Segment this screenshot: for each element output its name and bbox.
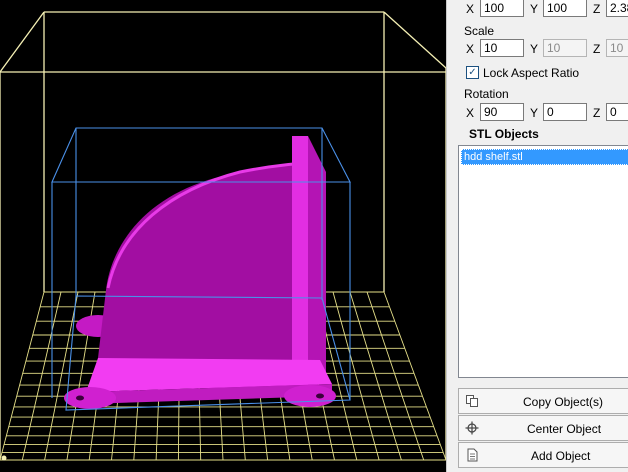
- rotation-x-label: X: [466, 106, 475, 120]
- position-row: X Y Z: [454, 0, 628, 19]
- copy-icon: [466, 395, 478, 407]
- scale-z-input: [606, 39, 628, 57]
- scale-x-input[interactable]: [480, 39, 524, 57]
- rotation-row: X Y Z: [454, 103, 628, 123]
- model-foot-right: [284, 385, 336, 407]
- list-item[interactable]: hdd shelf.stl: [461, 149, 628, 165]
- rotation-y-label: Y: [530, 106, 539, 120]
- position-x-input[interactable]: [480, 0, 524, 17]
- rotation-heading: Rotation: [464, 87, 509, 101]
- model-hole-right: [316, 393, 324, 399]
- add-object-button[interactable]: Add Object: [458, 442, 628, 468]
- object-properties-panel: X Y Z Scale X Y Z ✓ Lock Aspect Ratio Ro…: [454, 0, 628, 472]
- position-y-label: Y: [530, 2, 539, 16]
- add-object-label: Add Object: [531, 449, 591, 463]
- rotation-y-input[interactable]: [543, 103, 587, 121]
- stl-objects-heading: STL Objects: [469, 127, 539, 141]
- scale-y-input: [543, 39, 587, 57]
- center-object-label: Center Object: [527, 422, 602, 436]
- rotation-z-label: Z: [593, 106, 601, 120]
- scale-heading: Scale: [464, 24, 495, 38]
- 3d-viewport[interactable]: [0, 0, 446, 472]
- stl-objects-list[interactable]: hdd shelf.stl: [458, 145, 628, 378]
- position-z-label: Z: [593, 2, 601, 16]
- model-hdd-shelf[interactable]: [64, 136, 336, 409]
- scale-y-label: Y: [530, 42, 539, 56]
- scale-row: X Y Z: [454, 39, 628, 59]
- center-object-button[interactable]: Center Object: [458, 415, 628, 441]
- model-fin: [98, 160, 318, 392]
- model-foot-left: [64, 387, 116, 409]
- model-wall-front: [292, 136, 308, 385]
- copy-objects-label: Copy Object(s): [523, 395, 604, 409]
- checkbox-check-icon[interactable]: ✓: [466, 66, 479, 79]
- model-wall-side: [308, 136, 326, 385]
- scene-canvas: [0, 11, 446, 461]
- position-x-label: X: [466, 2, 475, 16]
- scale-x-label: X: [466, 42, 475, 56]
- crosshair-icon: [465, 421, 479, 435]
- rotation-z-input[interactable]: [606, 103, 628, 121]
- model-hole-left: [76, 395, 84, 401]
- scale-z-label: Z: [593, 42, 601, 56]
- lock-aspect-ratio-label: Lock Aspect Ratio: [483, 66, 580, 80]
- origin-marker: [1, 455, 7, 461]
- position-z-input[interactable]: [606, 0, 628, 17]
- copy-objects-button[interactable]: Copy Object(s): [458, 388, 628, 414]
- position-y-input[interactable]: [543, 0, 587, 17]
- rotation-x-input[interactable]: [480, 103, 524, 121]
- document-icon: [467, 448, 478, 462]
